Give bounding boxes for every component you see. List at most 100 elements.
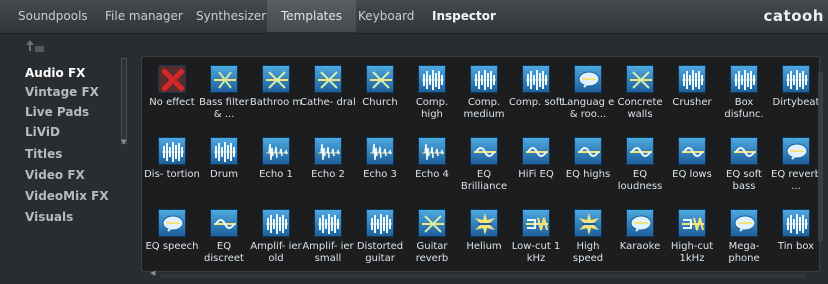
template-item[interactable]: Karaoke xyxy=(612,205,668,273)
eq-icon xyxy=(678,137,706,165)
template-item[interactable]: Echo 3 xyxy=(352,133,408,201)
template-item-label: EQ speech xyxy=(145,241,199,252)
tab-file-manager[interactable]: File manager xyxy=(105,0,183,33)
grid-horizontal-scrollbar[interactable]: ◀ xyxy=(148,269,818,280)
template-item[interactable]: EQ speech xyxy=(144,205,200,273)
template-item[interactable]: Church xyxy=(352,61,408,129)
sidebar-item-titles[interactable]: Titles xyxy=(25,147,62,161)
template-item-label: EQ highs xyxy=(565,169,611,180)
scroll-down-icon[interactable]: ▼ xyxy=(121,138,126,146)
template-item-label: Echo 3 xyxy=(363,169,397,180)
template-item[interactable]: Bass filter & ... xyxy=(196,61,252,129)
template-item-label: Karaoke xyxy=(619,241,661,252)
tab-templates[interactable]: Templates xyxy=(267,0,357,34)
speech-icon xyxy=(158,209,186,237)
eq-icon xyxy=(626,137,654,165)
template-item[interactable]: Guitar reverb xyxy=(404,205,460,273)
template-item[interactable]: EQ soft bass xyxy=(716,133,772,201)
template-item[interactable]: Mega- phone xyxy=(716,205,772,273)
template-item-label: Amplif- ier old xyxy=(250,241,302,264)
template-item-label: Distorted guitar xyxy=(356,241,404,264)
tab-soundpools[interactable]: Soundpools xyxy=(18,0,88,33)
sidebar-scrollbar[interactable]: ▼ xyxy=(121,58,128,208)
grid-scroll-track[interactable] xyxy=(818,72,823,242)
folder-up-button[interactable] xyxy=(25,38,45,54)
sidebar-scroll-thumb[interactable] xyxy=(121,58,127,144)
tab-inspector[interactable]: Inspector xyxy=(432,0,496,33)
template-item[interactable]: Comp. soft xyxy=(508,61,564,129)
burst-icon xyxy=(574,209,602,237)
template-item-label: EQ discreet xyxy=(204,241,244,264)
filter-icon xyxy=(210,65,238,93)
template-item[interactable]: Echo 2 xyxy=(300,133,356,201)
template-item[interactable]: Comp. medium xyxy=(456,61,512,129)
template-item-label: Drum xyxy=(210,169,238,180)
grid-hscroll-track[interactable] xyxy=(160,274,806,278)
template-item-label: Bathroo m xyxy=(249,97,303,108)
template-item[interactable]: High-cut 1kHz xyxy=(664,205,720,273)
sidebar-item-livid[interactable]: LiViD xyxy=(25,125,60,139)
template-item[interactable]: Echo 4 xyxy=(404,133,460,201)
template-item-label: Bass filter & ... xyxy=(199,97,249,120)
grid-vertical-scrollbar[interactable] xyxy=(817,62,824,270)
template-item[interactable]: EQ Brilliance xyxy=(456,133,512,201)
template-item-label: Mega- phone xyxy=(728,241,760,264)
waveform-icon xyxy=(522,65,550,93)
template-item[interactable]: Low-cut 1 kHz xyxy=(508,205,564,273)
sidebar-item-visuals[interactable]: Visuals xyxy=(25,210,73,224)
waveform-icon xyxy=(782,209,810,237)
template-item[interactable]: Concrete walls xyxy=(612,61,668,129)
sidebar-item-vintage-fx[interactable]: Vintage FX xyxy=(25,85,99,99)
template-item-label: No effect xyxy=(149,97,195,108)
template-item[interactable]: EQ highs xyxy=(560,133,616,201)
template-item[interactable]: EQ loudness xyxy=(612,133,668,201)
template-item[interactable]: EQ discreet xyxy=(196,205,252,273)
sidebar-item-audio-fx[interactable]: Audio FX xyxy=(25,66,85,80)
template-item[interactable]: Dis- tortion xyxy=(144,133,200,201)
sidebar-item-video-fx[interactable]: Video FX xyxy=(25,168,85,182)
arrow-up-icon xyxy=(26,40,44,52)
template-item[interactable]: No effect xyxy=(144,61,200,129)
template-item-label: Dirtybeat xyxy=(772,97,820,108)
template-item-label: EQ Brilliance xyxy=(460,169,508,192)
eq-icon xyxy=(210,209,238,237)
template-item-label: EQ soft bass xyxy=(726,169,762,192)
template-item[interactable]: Crusher xyxy=(664,61,720,129)
template-item[interactable]: Languag e & roo... xyxy=(560,61,616,129)
template-item[interactable]: EQ reverb ... xyxy=(768,133,824,201)
template-item-label: Box disfunc. xyxy=(724,97,764,120)
template-item[interactable]: Amplif- ier old xyxy=(248,205,304,273)
template-item[interactable]: Box disfunc. xyxy=(716,61,772,129)
template-item[interactable]: Helium xyxy=(456,205,512,273)
template-item[interactable]: Drum xyxy=(196,133,252,201)
template-item-label: Helium xyxy=(466,241,502,252)
template-item[interactable]: Distorted guitar xyxy=(352,205,408,273)
template-item[interactable]: Cathe- dral xyxy=(300,61,356,129)
template-item[interactable]: EQ lows xyxy=(664,133,720,201)
tab-keyboard[interactable]: Keyboard xyxy=(358,0,414,33)
sidebar-item-live-pads[interactable]: Live Pads xyxy=(25,105,89,119)
sidebar-item-videomix-fx[interactable]: VideoMix FX xyxy=(25,189,109,203)
scroll-left-icon[interactable]: ◀ xyxy=(150,269,155,277)
reverb-icon xyxy=(314,65,342,93)
reverb-icon xyxy=(418,209,446,237)
template-item[interactable]: Tin box xyxy=(768,205,824,273)
template-item[interactable]: Echo 1 xyxy=(248,133,304,201)
template-item-label: Concrete walls xyxy=(617,97,663,120)
template-item[interactable]: High speed xyxy=(560,205,616,273)
template-item[interactable]: HiFi EQ xyxy=(508,133,564,201)
template-grid: No effect Bass filter & ... Bathroo m Cathe… xyxy=(141,56,821,273)
echo-icon xyxy=(314,137,342,165)
speech-icon xyxy=(626,209,654,237)
template-item[interactable]: Comp. high xyxy=(404,61,460,129)
template-item-label: Amplif- ier small xyxy=(302,241,354,264)
echo-icon xyxy=(418,137,446,165)
waveform-icon xyxy=(262,209,290,237)
template-item[interactable]: Bathroo m xyxy=(248,61,304,129)
speech-icon xyxy=(782,137,810,165)
tab-synthesizer[interactable]: Synthesizer xyxy=(196,0,266,33)
waveform-icon xyxy=(314,209,342,237)
template-item[interactable]: Dirtybeat xyxy=(768,61,824,129)
template-item[interactable]: Amplif- ier small xyxy=(300,205,356,273)
template-item-label: EQ reverb ... xyxy=(771,169,821,192)
